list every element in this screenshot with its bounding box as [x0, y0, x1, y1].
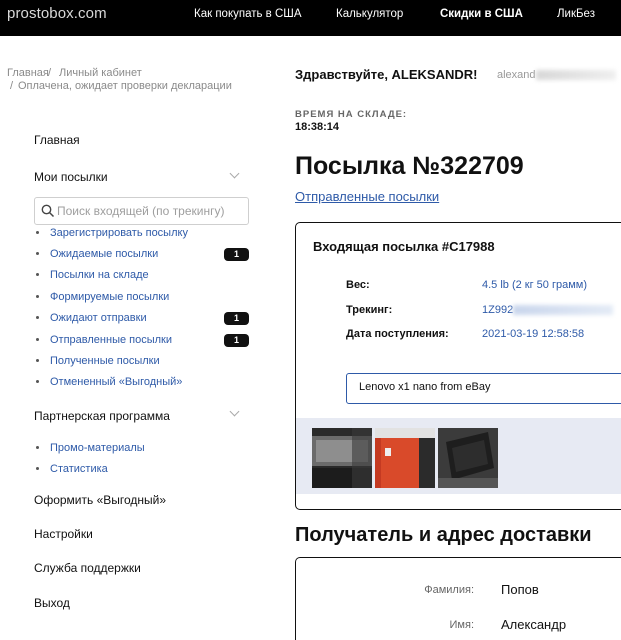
parcel-description-input[interactable]	[359, 381, 621, 393]
recipient-section-title: Получатель и адрес доставки	[295, 524, 592, 546]
sidebar-item-label: Промо-материалы	[50, 442, 145, 454]
surname-label: Фамилия:	[424, 584, 474, 596]
bullet-icon	[36, 358, 39, 362]
page-title: Посылка №322709	[295, 152, 524, 180]
warehouse-time-value: 18:38:14	[295, 121, 340, 133]
breadcrumb-home[interactable]: Главная	[7, 67, 49, 79]
parcel-photo[interactable]	[312, 428, 372, 488]
bullet-icon	[36, 445, 39, 449]
bullet-icon	[36, 294, 39, 298]
tracking-value[interactable]: 1Z992	[482, 304, 614, 316]
first-name-value: Александр	[501, 617, 567, 632]
redacted-tracking	[513, 305, 614, 316]
sidebar-item-parcels-in-warehouse[interactable]: Посылки на складе	[36, 269, 149, 281]
email-text: alexand	[497, 69, 536, 81]
sidebar-item-label: Полученные посылки	[50, 355, 160, 367]
arrival-date-label: Дата поступления:	[346, 328, 449, 340]
parcel-photo-image	[375, 428, 435, 488]
arrival-date-value: 2021-03-19 12:58:58	[482, 328, 585, 340]
count-badge: 1	[224, 248, 249, 261]
chevron-down-icon[interactable]	[229, 406, 240, 417]
sidebar-item-support[interactable]: Служба поддержки	[34, 561, 141, 575]
sidebar-item-label: Отправленные посылки	[50, 334, 172, 346]
sidebar-item-settings[interactable]: Настройки	[34, 527, 93, 541]
breadcrumb-current: Оплачена, ожидает проверки декларации	[18, 80, 232, 92]
breadcrumb-separator: /	[10, 80, 14, 92]
nav-discounts[interactable]: Скидки в США	[440, 8, 523, 20]
parcel-search	[34, 197, 249, 225]
sidebar-item-label: Отмененный «Выгодный»	[50, 376, 183, 388]
sidebar-item-label: Формируемые посылки	[50, 291, 170, 303]
tracking-number: 1Z992	[482, 304, 514, 316]
incoming-parcel-title: Входящая посылка #C17988	[313, 239, 495, 254]
bullet-icon	[36, 379, 39, 383]
count-badge: 1	[224, 334, 249, 347]
sidebar-item-received-parcels[interactable]: Полученные посылки	[36, 355, 160, 367]
surname-value: Попов	[501, 582, 539, 597]
bullet-icon	[36, 230, 39, 234]
nav-how-to-buy[interactable]: Как покупать в США	[194, 8, 302, 20]
nav-likbez[interactable]: ЛикБез	[557, 8, 595, 20]
bullet-icon	[36, 337, 39, 341]
parcel-description-field	[346, 373, 621, 404]
bullet-icon	[36, 251, 39, 255]
sidebar-item-expected-parcels[interactable]: Ожидаемые посылки	[36, 248, 158, 260]
sidebar-item-logout[interactable]: Выход	[34, 596, 70, 610]
sidebar-item-home[interactable]: Главная	[34, 133, 80, 147]
bullet-icon	[36, 272, 39, 276]
greeting: Здравствуйте, ALEKSANDR!	[295, 67, 478, 82]
sidebar-item-order-profitable[interactable]: Оформить «Выгодный»	[34, 493, 166, 507]
sidebar-item-label: Ожидают отправки	[50, 312, 147, 324]
sidebar-item-label: Зарегистрировать посылку	[50, 227, 188, 239]
sidebar-item-sent-parcels[interactable]: Отправленные посылки	[36, 334, 172, 346]
parcel-photo-image	[312, 428, 372, 488]
chevron-down-icon[interactable]	[229, 168, 240, 179]
parcel-photo-gallery	[296, 418, 621, 494]
sent-parcels-link[interactable]: Отправленные посылки	[295, 189, 439, 204]
sidebar-item-register-parcel[interactable]: Зарегистрировать посылку	[36, 227, 188, 239]
sidebar-item-label: Посылки на складе	[50, 269, 149, 281]
first-name-label: Имя:	[449, 619, 474, 631]
top-navigation-bar: prostobox.com Как покупать в США Калькул…	[0, 0, 621, 36]
bullet-icon	[36, 315, 39, 319]
count-badge: 1	[224, 312, 249, 325]
nav-calculator[interactable]: Калькулятор	[336, 8, 403, 20]
sidebar-item-awaiting-shipment[interactable]: Ожидают отправки	[36, 312, 147, 324]
tracking-label: Трекинг:	[346, 304, 393, 316]
redacted-email	[535, 70, 616, 81]
site-logo[interactable]: prostobox.com	[7, 5, 107, 22]
incoming-parcel-card: Входящая посылка #C17988 Вес: 4.5 lb (2 …	[295, 222, 621, 510]
sidebar-item-forming-parcels[interactable]: Формируемые посылки	[36, 291, 169, 303]
recipient-card: Фамилия: Попов Имя: Александр	[295, 557, 621, 640]
search-input[interactable]	[57, 202, 245, 220]
sidebar-item-my-parcels[interactable]: Мои посылки	[34, 170, 108, 184]
sidebar-item-label: Статистика	[50, 463, 108, 475]
sidebar-item-label: Ожидаемые посылки	[50, 248, 159, 260]
bullet-icon	[36, 466, 39, 470]
parcel-photo[interactable]	[438, 428, 498, 488]
parcel-photo-image	[438, 428, 498, 488]
breadcrumb-separator: /	[48, 67, 52, 79]
weight-label: Вес:	[346, 279, 370, 291]
warehouse-time-label: ВРЕМЯ НА СКЛАДЕ:	[295, 109, 408, 120]
breadcrumb-cabinet[interactable]: Личный кабинет	[59, 67, 142, 79]
sidebar-item-statistics[interactable]: Статистика	[36, 463, 108, 475]
user-email: alexand	[497, 69, 616, 81]
sidebar-item-promo-materials[interactable]: Промо-материалы	[36, 442, 145, 454]
sidebar-item-cancelled-profitable[interactable]: Отмененный «Выгодный»	[36, 376, 182, 388]
weight-value: 4.5 lb (2 кг 50 грамм)	[482, 279, 588, 291]
sidebar-item-partner-program[interactable]: Партнерская программа	[34, 409, 170, 423]
parcel-photo[interactable]	[375, 428, 435, 488]
search-icon	[41, 204, 55, 218]
